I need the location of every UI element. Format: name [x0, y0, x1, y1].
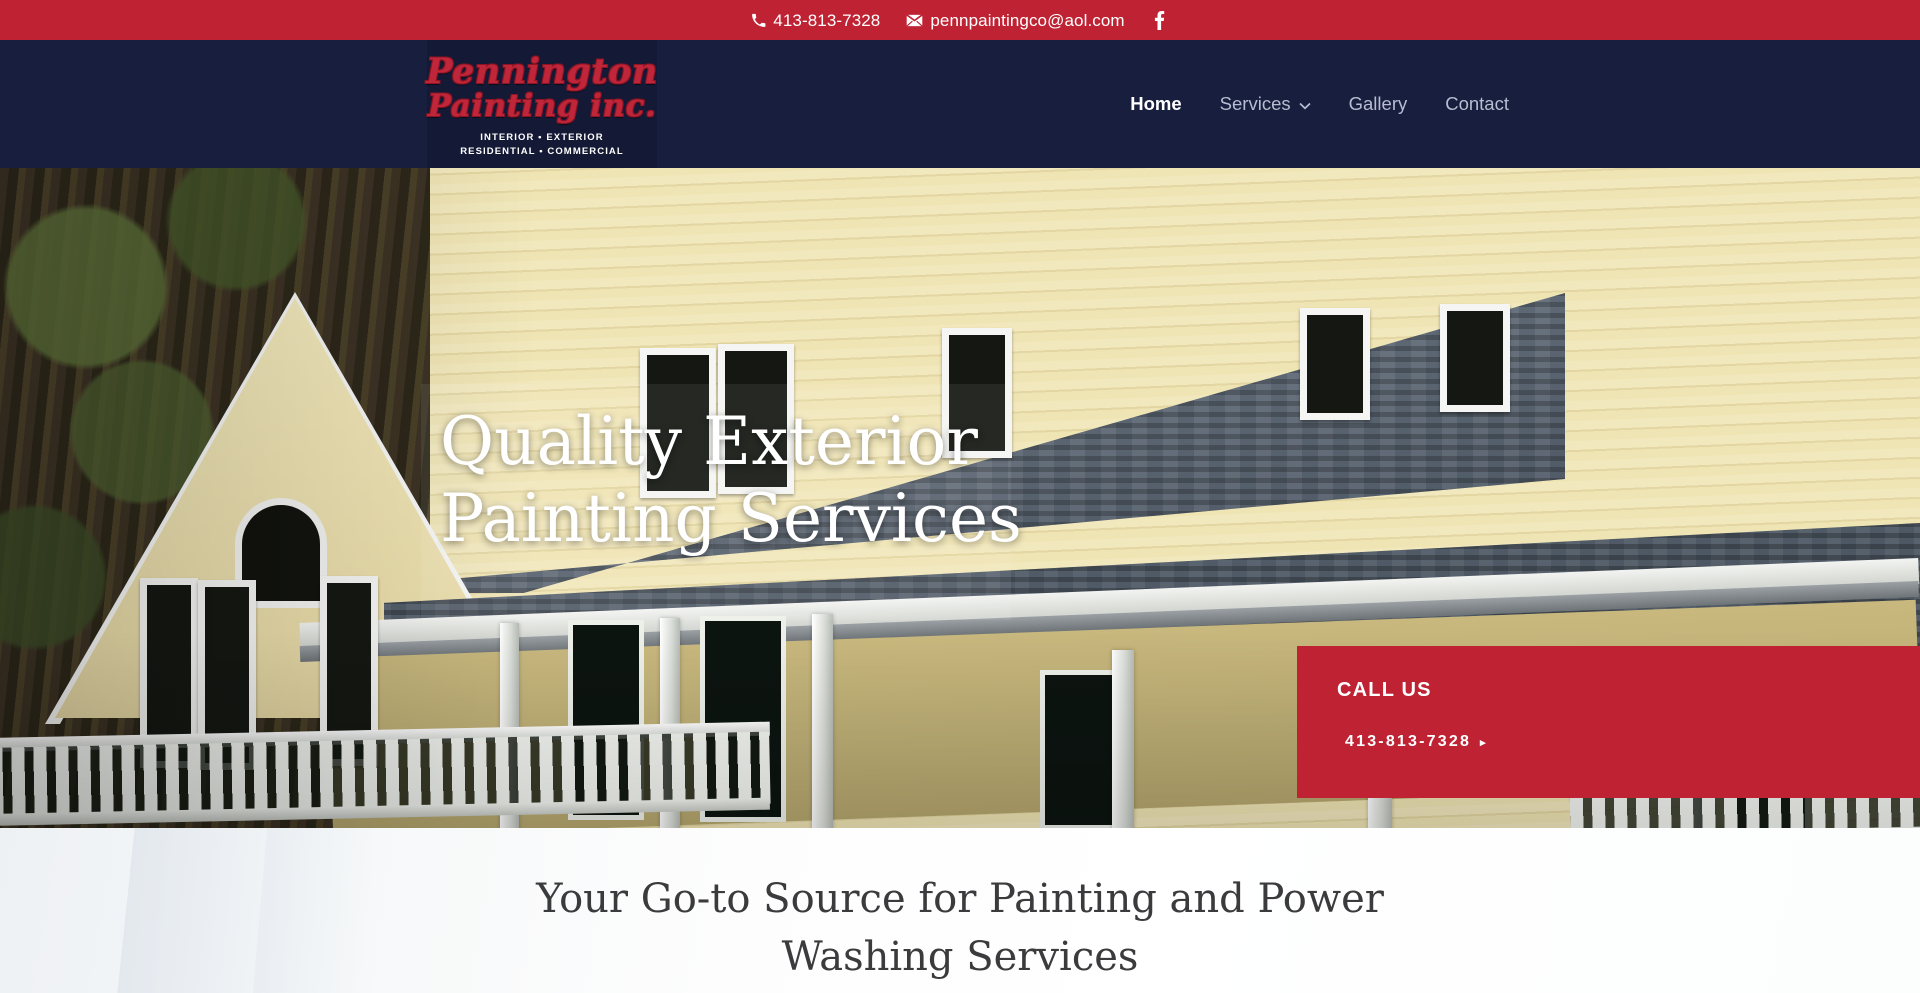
hero-heading-line-1: Quality Exterior [440, 403, 978, 480]
logo-tagline-line-1: INTERIOR • EXTERIOR [480, 131, 604, 143]
phone-icon [751, 13, 766, 28]
intro-heading: Your Go-to Source for Painting and Power… [536, 876, 1384, 980]
intro-section: Your Go-to Source for Painting and Power… [0, 828, 1920, 993]
topbar-email-text: pennpaintingco@aol.com [930, 10, 1125, 30]
hero-heading: Quality Exterior Painting Services [440, 403, 1340, 557]
site-header: Pennington Painting inc. INTERIOR • EXTE… [0, 40, 1920, 168]
call-us-phone-number: 413-813-7328 [1345, 733, 1472, 750]
facebook-icon[interactable] [1151, 9, 1169, 31]
top-contact-bar: 413-813-7328 pennpaintingco@aol.com [0, 0, 1920, 40]
logo-line-2: Painting inc. [427, 87, 657, 124]
nav-item-home-label: Home [1130, 92, 1182, 114]
main-navigation: Home Services Gallery Contact [1111, 40, 1920, 168]
envelope-icon [906, 13, 924, 27]
nav-item-services-label: Services [1219, 92, 1291, 114]
logo-tagline-line-2: RESIDENTIAL • COMMERCIAL [460, 145, 624, 157]
call-us-phone-link[interactable]: 413-813-7328 ▸ [1345, 733, 1486, 751]
nav-item-contact-label: Contact [1445, 92, 1509, 114]
arrow-right-icon: ▸ [1480, 736, 1486, 749]
site-logo[interactable]: Pennington Painting inc. INTERIOR • EXTE… [426, 40, 658, 168]
top-contact-bar-inner: 413-813-7328 pennpaintingco@aol.com [751, 9, 1168, 31]
nav-item-gallery[interactable]: Gallery [1330, 92, 1427, 114]
nav-item-services[interactable]: Services [1201, 92, 1330, 114]
logo-tagline: INTERIOR • EXTERIOR RESIDENTIAL • COMMER… [460, 131, 624, 159]
topbar-phone-text: 413-813-7328 [773, 10, 881, 30]
logo-line-1: Pennington [426, 50, 658, 92]
chevron-down-icon [1299, 95, 1311, 114]
topbar-email-link[interactable]: pennpaintingco@aol.com [906, 10, 1125, 30]
nav-item-home[interactable]: Home [1111, 92, 1200, 114]
call-us-title: CALL US [1337, 679, 1432, 701]
nav-item-contact[interactable]: Contact [1426, 92, 1528, 114]
call-us-card: CALL US 413-813-7328 ▸ [1297, 646, 1920, 798]
hero-heading-line-2: Painting Services [440, 480, 1022, 558]
nav-item-gallery-label: Gallery [1348, 92, 1408, 114]
topbar-phone-link[interactable]: 413-813-7328 [751, 12, 880, 29]
hero-section: Quality Exterior Painting Services CALL … [0, 168, 1920, 828]
